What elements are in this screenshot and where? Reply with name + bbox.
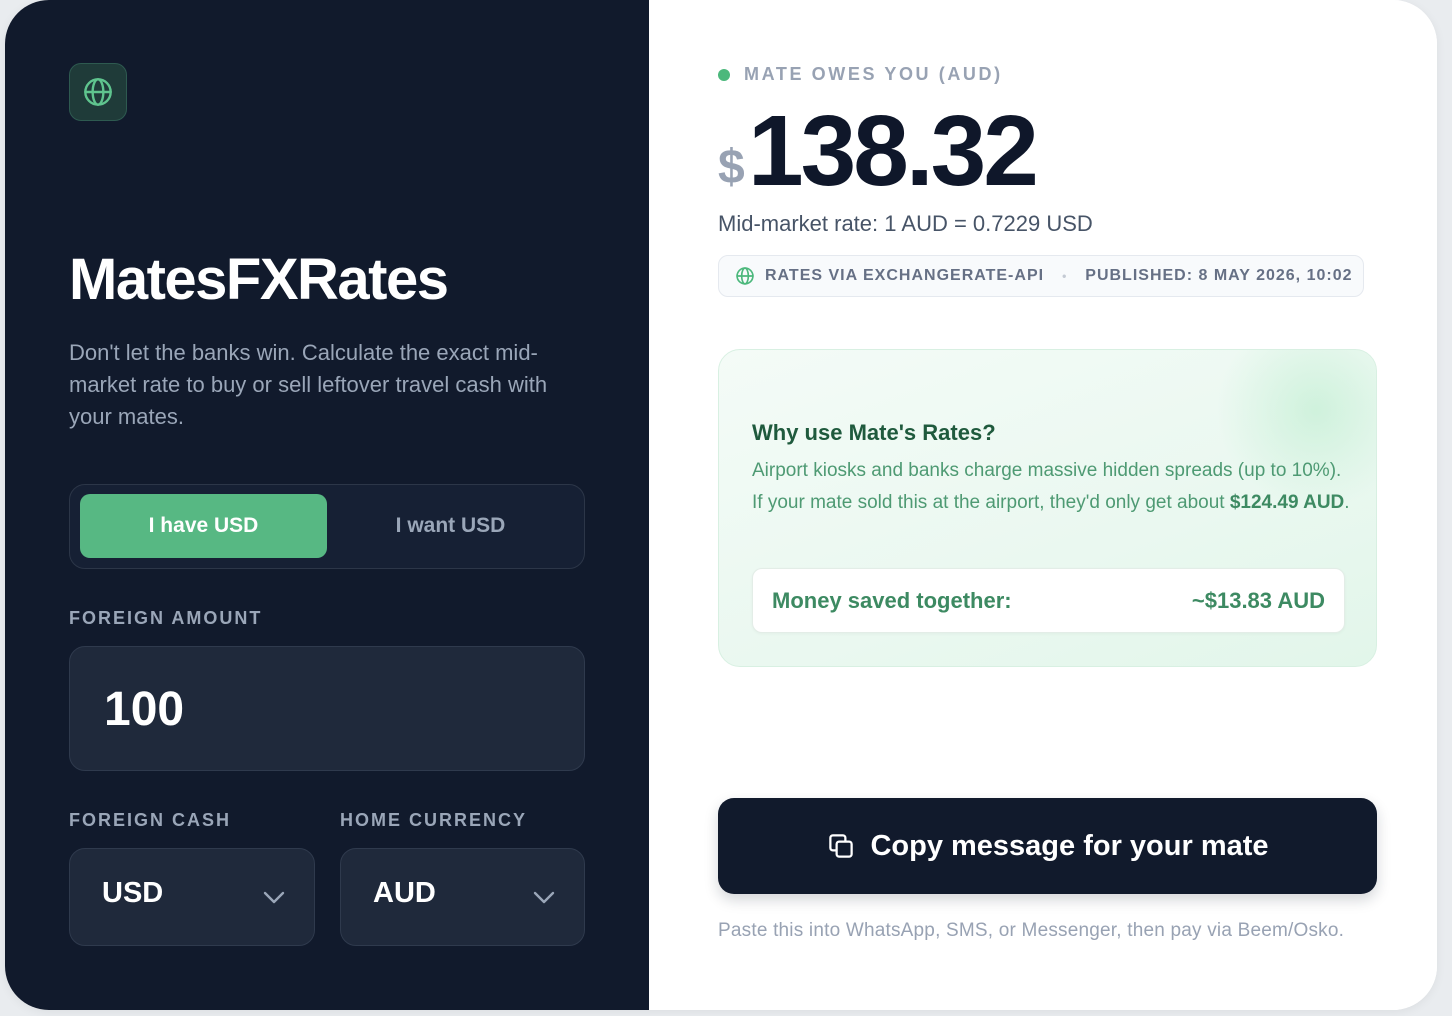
foreign-cash-label: FOREIGN CASH — [69, 810, 232, 830]
rate-source-text: RATES VIA EXCHANGERATE-API — [765, 267, 1045, 284]
home-currency-value: AUD — [373, 877, 436, 909]
copy-icon — [829, 834, 854, 858]
toggle-want-button[interactable]: I want USD — [327, 494, 574, 558]
result-label-text: MATE OWES YOU (AUD) — [744, 64, 1003, 84]
copy-message-button[interactable]: Copy message for your mate — [718, 798, 1377, 894]
app-title: MatesFXRates — [69, 247, 449, 312]
currency-symbol: $ — [718, 141, 745, 194]
foreign-amount-label: FOREIGN AMOUNT — [69, 608, 263, 628]
why-body-end: . — [1344, 491, 1350, 513]
result-panel: MATE OWES YOU (AUD) $ 138.32 Mid-market … — [649, 0, 1437, 1010]
copy-footnote: Paste this into WhatsApp, SMS, or Messen… — [718, 920, 1345, 941]
app-tagline: Don't let the banks win. Calculate the e… — [69, 340, 548, 429]
foreign-amount-field — [69, 646, 585, 771]
foreign-cash-select[interactable]: USD — [69, 848, 315, 946]
home-currency-select[interactable]: AUD — [340, 848, 585, 946]
home-currency-label: HOME CURRENCY — [340, 810, 528, 830]
app-card: MatesFXRates Don't let the banks win. Ca… — [5, 0, 1437, 1010]
copy-message-label: Copy message for your mate — [870, 829, 1269, 862]
direction-toggle: I have USD I want USD — [69, 484, 585, 569]
money-saved-value: ~$13.83 AUD — [1191, 588, 1325, 613]
result-label: MATE OWES YOU (AUD) — [718, 64, 1003, 85]
rate-source-badge: RATES VIA EXCHANGERATE-API • PUBLISHED: … — [718, 255, 1364, 297]
chevron-down-icon — [263, 891, 285, 904]
globe-icon — [84, 78, 112, 106]
mid-market-rate: Mid-market rate: 1 AUD = 0.7229 USD — [718, 211, 1093, 236]
why-title: Why use Mate's Rates? — [752, 420, 996, 445]
chevron-down-icon — [533, 891, 555, 904]
toggle-have-button[interactable]: I have USD — [80, 494, 327, 558]
foreign-amount-input[interactable] — [102, 673, 546, 745]
published-timestamp: PUBLISHED: 8 MAY 2026, 10:02 — [1085, 267, 1353, 284]
app-logo — [69, 63, 127, 121]
why-body: Airport kiosks and banks charge massive … — [752, 455, 1352, 518]
separator-dot: • — [1062, 269, 1068, 283]
foreign-cash-value: USD — [102, 877, 164, 909]
money-saved-label: Money saved together: — [772, 588, 1012, 613]
money-saved-box: Money saved together: ~$13.83 AUD — [752, 568, 1345, 633]
status-dot — [718, 68, 730, 81]
why-card: Why use Mate's Rates? Airport kiosks and… — [718, 349, 1377, 667]
airport-amount: $124.49 AUD — [1229, 491, 1345, 513]
calculator-panel: MatesFXRates Don't let the banks win. Ca… — [5, 0, 649, 1010]
globe-icon — [735, 266, 755, 286]
result-amount-value: 138.32 — [748, 95, 1039, 207]
